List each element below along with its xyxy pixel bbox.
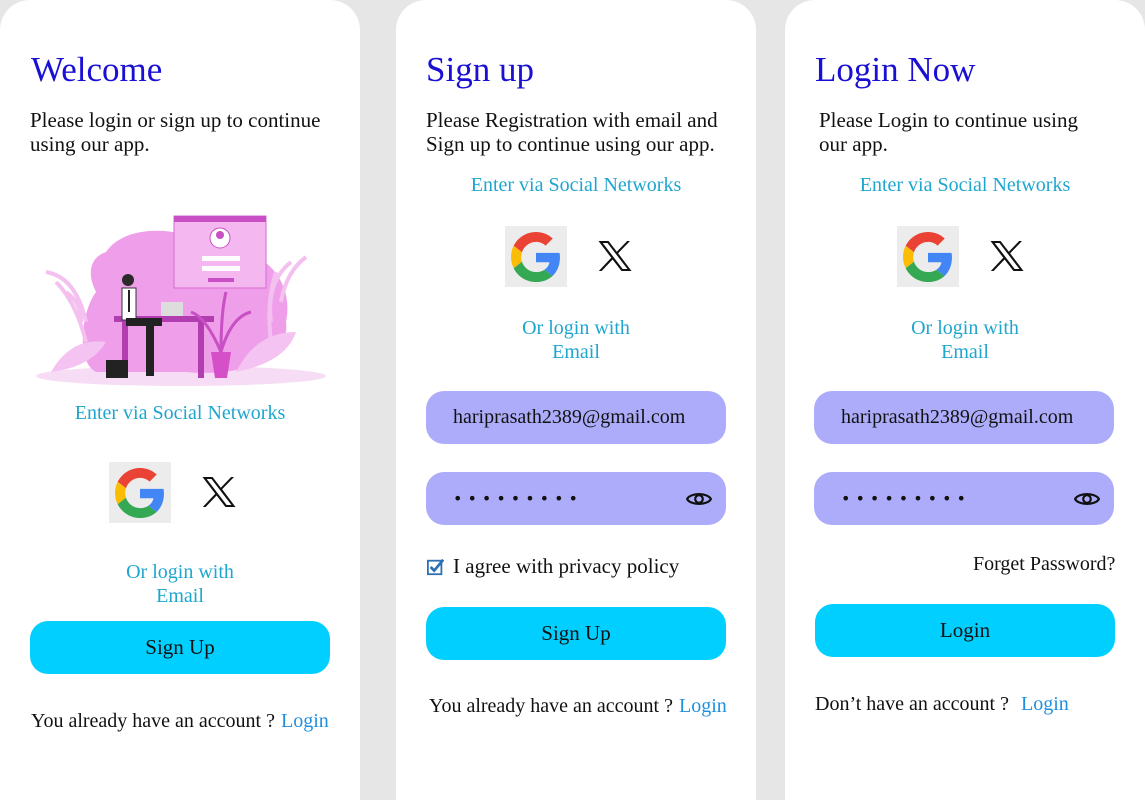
footer-text: Don’t have an account ? (815, 693, 1009, 715)
google-icon (903, 231, 952, 282)
login-illustration (36, 215, 326, 386)
page-title: Welcome (31, 50, 163, 89)
page-title: Login Now (815, 50, 976, 89)
welcome-card: Welcome Please login or sign up to conti… (0, 0, 360, 800)
email-input[interactable] (426, 406, 726, 429)
agree-label: I agree with privacy policy (453, 554, 680, 578)
eye-icon[interactable] (686, 486, 712, 512)
footer: You already have an account ? Login (31, 710, 329, 733)
social-row (396, 226, 756, 288)
footer: Don’t have an account ? Login (815, 693, 1069, 716)
or-login-line2: Email (941, 341, 989, 363)
social-title: Enter via Social Networks (470, 174, 682, 196)
login-button[interactable]: Login (815, 604, 1115, 657)
google-login-button[interactable] (109, 462, 171, 523)
social-row (785, 226, 1145, 288)
x-login-button[interactable] (987, 236, 1027, 276)
or-login-line1: Or login with (911, 317, 1019, 339)
password-field[interactable]: ••••••••• (814, 472, 1114, 525)
social-title: Enter via Social Networks (74, 402, 286, 424)
social-row (0, 462, 360, 524)
or-login-line2: Email (552, 341, 600, 363)
google-icon (511, 231, 560, 282)
social-title: Enter via Social Networks (859, 174, 1071, 196)
signup-card: Sign up Please Registration with email a… (396, 0, 756, 800)
login-link[interactable]: Login (679, 695, 727, 717)
x-login-button[interactable] (199, 472, 239, 512)
google-login-button[interactable] (897, 226, 959, 287)
x-login-button[interactable] (595, 236, 635, 276)
or-login-line1: Or login with (126, 561, 234, 583)
sign-up-button[interactable]: Sign Up (30, 621, 330, 674)
sign-up-button[interactable]: Sign Up (426, 607, 726, 660)
footer-text: You already have an account ? (429, 695, 673, 717)
page-title: Sign up (426, 50, 534, 89)
or-login-line1: Or login with (522, 317, 630, 339)
email-input[interactable] (814, 406, 1114, 429)
email-field[interactable] (426, 391, 726, 444)
x-icon (598, 241, 632, 271)
or-login-with: Or login with Email (396, 316, 756, 364)
login-link[interactable]: Login (1021, 693, 1069, 715)
password-input[interactable]: ••••••••• (426, 489, 686, 508)
subtitle: Please Login to continue using our app. (819, 108, 1078, 156)
x-icon (990, 241, 1024, 271)
subtitle: Please Registration with email and Sign … (426, 108, 718, 156)
or-login-line2: Email (156, 585, 204, 607)
forgot-password-link[interactable]: Forget Password? (973, 553, 1115, 576)
subtitle: Please login or sign up to continue usin… (30, 108, 321, 156)
login-card: Login Now Please Login to continue using… (785, 0, 1145, 800)
footer-text: You already have an account ? (31, 710, 275, 732)
google-icon (115, 467, 164, 518)
checkbox-icon[interactable] (427, 558, 445, 576)
login-link[interactable]: Login (281, 710, 329, 732)
eye-icon[interactable] (1074, 486, 1100, 512)
footer: You already have an account ? Login (429, 695, 727, 718)
x-icon (202, 477, 236, 507)
or-login-with: Or login with Email (0, 560, 360, 608)
or-login-with: Or login with Email (785, 316, 1145, 364)
google-login-button[interactable] (505, 226, 567, 287)
email-field[interactable] (814, 391, 1114, 444)
agree-row: I agree with privacy policy (427, 554, 679, 579)
password-field[interactable]: ••••••••• (426, 472, 726, 525)
password-input[interactable]: ••••••••• (814, 489, 1074, 508)
